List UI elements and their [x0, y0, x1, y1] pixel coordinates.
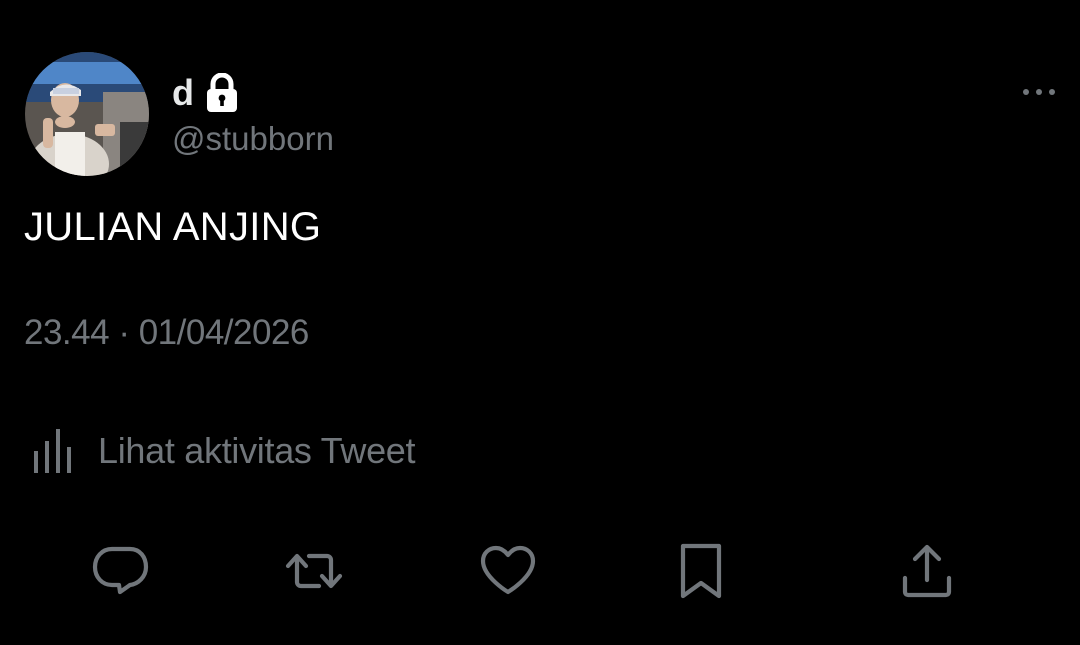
- view-tweet-activity-link[interactable]: Lihat aktivitas Tweet: [32, 426, 416, 476]
- reply-icon: [92, 546, 149, 595]
- tweet-detail: d @stubborn JULIAN ANJING 23.44 · 01/04/…: [0, 0, 1080, 645]
- share-icon: [902, 544, 952, 598]
- like-button[interactable]: [479, 542, 537, 600]
- display-name-row: d: [172, 70, 239, 116]
- meta-separator: ·: [118, 313, 130, 352]
- bookmark-icon: [680, 543, 722, 599]
- lock-icon: [205, 72, 239, 113]
- reply-button[interactable]: [92, 542, 150, 600]
- more-options-icon[interactable]: [1018, 80, 1060, 104]
- retweet-icon: [285, 553, 343, 589]
- user-handle[interactable]: @stubborn: [172, 120, 334, 158]
- avatar-image: [25, 52, 149, 176]
- analytics-icon: [32, 427, 78, 475]
- heart-icon: [480, 545, 536, 595]
- tweet-text: JULIAN ANJING: [24, 205, 322, 249]
- avatar[interactable]: [25, 52, 149, 176]
- tweet-timestamp[interactable]: 23.44 · 01/04/2026: [24, 313, 309, 353]
- bookmark-button[interactable]: [673, 542, 731, 600]
- display-name[interactable]: d: [172, 72, 195, 114]
- share-button[interactable]: [898, 542, 956, 600]
- tweet-date: 01/04/2026: [138, 313, 310, 352]
- retweet-button[interactable]: [285, 542, 343, 600]
- tweet-time: 23.44: [24, 313, 110, 352]
- activity-label: Lihat aktivitas Tweet: [98, 430, 416, 471]
